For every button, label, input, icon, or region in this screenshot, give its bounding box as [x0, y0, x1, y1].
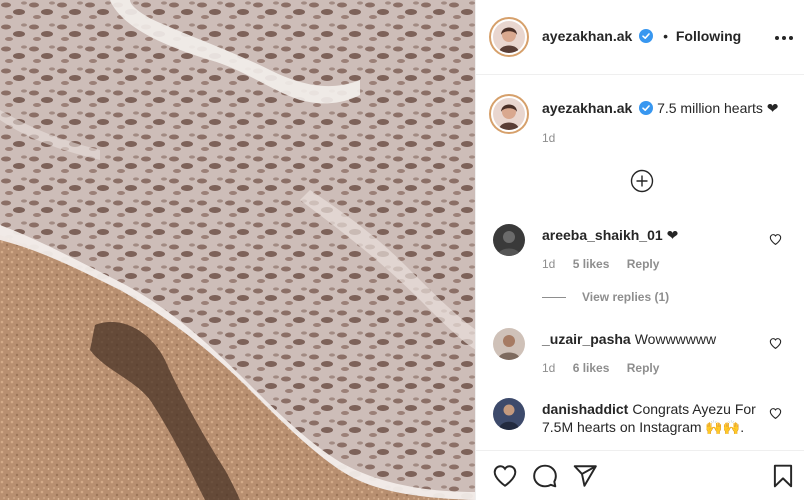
comment-heart-icon[interactable]	[769, 407, 782, 420]
commenter-avatar[interactable]	[493, 398, 525, 430]
author-avatar[interactable]	[489, 17, 529, 57]
view-replies-label: View replies (1)	[582, 290, 670, 304]
comment-likes[interactable]: 6 likes	[573, 361, 610, 375]
verified-badge-icon	[639, 29, 654, 43]
post-video[interactable]	[0, 0, 476, 500]
speech-bubble-icon[interactable]	[532, 463, 558, 489]
comment-body: areeba_shaikh_01 ❤	[542, 226, 772, 244]
comment-likes[interactable]: 5 likes	[573, 257, 610, 271]
comment-body: _uzair_pasha Wowwwwww	[542, 330, 772, 348]
commenter-username[interactable]: danishaddict	[542, 401, 628, 417]
caption-timestamp[interactable]: 1d	[542, 131, 555, 145]
comment-heart-icon[interactable]	[769, 233, 782, 246]
caption-text-line: ayezakhan.ak 7.5 million hearts ❤	[542, 99, 779, 117]
bookmark-icon[interactable]	[770, 463, 796, 489]
more-options-icon[interactable]	[774, 27, 794, 47]
commenter-avatar-image	[493, 398, 525, 430]
heart-outline-icon[interactable]	[492, 463, 518, 489]
comment-body: danishaddict Congrats Ayezu For 7.5M hear…	[542, 400, 772, 436]
view-replies-line	[542, 297, 566, 299]
comment-text: Wowwwwww	[634, 331, 717, 347]
commenter-avatar-image	[493, 224, 525, 256]
caption-username[interactable]: ayezakhan.ak	[542, 100, 632, 116]
commenter-username[interactable]: areeba_shaikh_01	[542, 227, 663, 243]
following-button[interactable]: Following	[676, 28, 741, 44]
reply-button[interactable]: Reply	[627, 257, 660, 271]
comment-text: ❤	[666, 227, 679, 243]
comment-meta: 1d 6 likes Reply	[542, 361, 673, 375]
post-side-panel: ayezakhan.ak • Following ayezakhan.ak 7.…	[476, 0, 804, 500]
instagram-post: ayezakhan.ak • Following ayezakhan.ak 7.…	[0, 0, 804, 500]
header-user-line: ayezakhan.ak • Following	[542, 28, 741, 44]
comment-timestamp[interactable]: 1d	[542, 361, 555, 375]
comment-timestamp[interactable]: 1d	[542, 257, 555, 271]
beach-video-frame	[0, 0, 475, 500]
caption-text: 7.5 million hearts ❤	[657, 100, 779, 116]
comment-meta: 1d 5 likes Reply	[542, 257, 673, 271]
commenter-avatar[interactable]	[493, 224, 525, 256]
verified-badge-icon	[639, 101, 654, 115]
reply-button[interactable]: Reply	[627, 361, 660, 375]
post-header: ayezakhan.ak • Following	[476, 0, 804, 75]
comment-heart-icon[interactable]	[769, 337, 782, 350]
commenter-avatar[interactable]	[493, 328, 525, 360]
commenter-avatar-image	[493, 328, 525, 360]
author-username[interactable]: ayezakhan.ak	[542, 28, 632, 44]
caption-avatar-image	[493, 98, 525, 130]
caption-avatar[interactable]	[489, 94, 529, 134]
post-action-bar	[476, 450, 804, 500]
author-avatar-image	[493, 21, 525, 53]
commenter-username[interactable]: _uzair_pasha	[542, 331, 631, 347]
view-replies-button[interactable]: View replies (1)	[542, 290, 669, 304]
plus-circle-icon[interactable]	[630, 169, 654, 193]
paper-plane-icon[interactable]	[572, 463, 598, 489]
separator-dot: •	[663, 28, 668, 44]
